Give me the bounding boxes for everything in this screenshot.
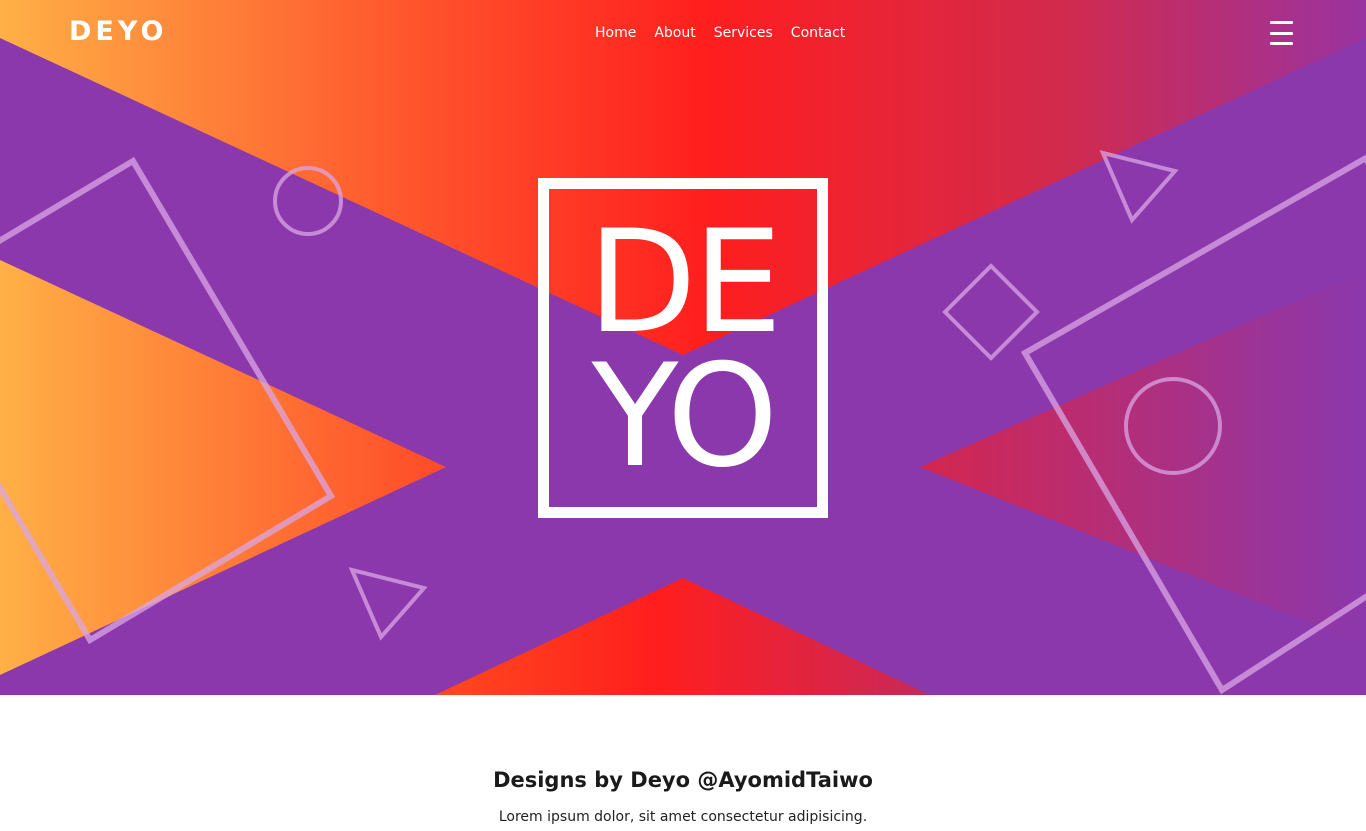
nav-services-link[interactable]: Services [705,22,782,44]
top-nav: Home About Services Contact [586,22,854,44]
hero-section: DEYO Home About Services Contact DE YO [0,0,1366,695]
hero-logo-box: DE YO [538,178,828,518]
hero-logo-line-1: DE [587,200,782,365]
section-text: Lorem ipsum dolor, sit amet consectetur … [498,809,868,825]
section-title: Designs by Deyo @AyomidTaiwo [493,768,873,792]
hamburger-menu-icon[interactable] [1270,21,1295,45]
nav-contact-link[interactable]: Contact [782,22,854,44]
intro-section: Designs by Deyo @AyomidTaiwo Lorem ipsum… [0,695,1366,831]
menu-bar [1270,31,1293,35]
nav-home-link[interactable]: Home [586,22,645,44]
nav-about-link[interactable]: About [645,22,704,44]
brand-logo[interactable]: DEYO [69,14,167,50]
menu-bar [1270,21,1293,24]
menu-bar [1270,42,1293,45]
hero-logo-line-2: YO [591,334,779,499]
